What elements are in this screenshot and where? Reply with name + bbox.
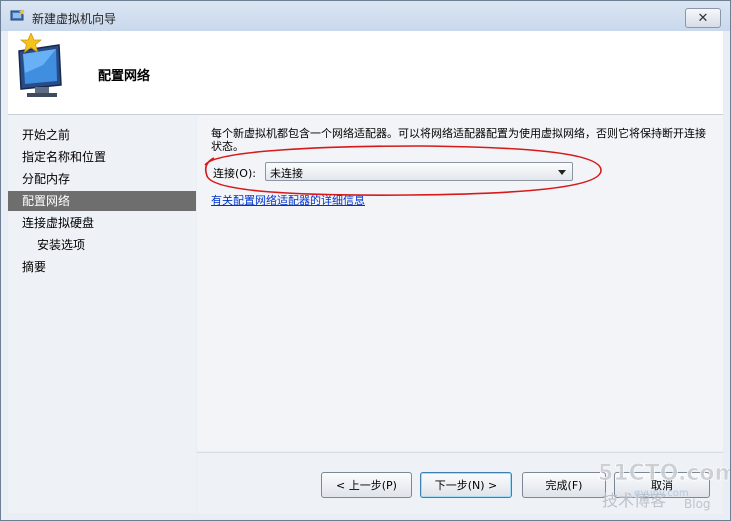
more-info-link[interactable]: 有关配置网络适配器的详细信息 <box>211 192 365 208</box>
previous-button-label: < 上一步(P) <box>336 479 397 492</box>
sidebar-item-install-options[interactable]: 安装选项 <box>8 235 225 255</box>
connection-value: 未连接 <box>270 167 303 180</box>
watermark-brand: 51CTO.com <box>598 461 730 486</box>
title-bar: 新建虚拟机向导 ✕ <box>1 1 730 31</box>
wizard-header: 配置网络 <box>8 31 723 115</box>
watermark-blog: Blog <box>684 497 711 511</box>
previous-button[interactable]: < 上一步(P) <box>321 472 412 498</box>
finish-button-label: 完成(F) <box>545 479 583 492</box>
sidebar-item-label: 开始之前 <box>22 128 71 142</box>
page-title: 配置网络 <box>98 69 151 84</box>
sidebar-item-name-location[interactable]: 指定名称和位置 <box>8 147 210 167</box>
main-content: 每个新虚拟机都包含一个网络适配器。可以将网络适配器配置为使用虚拟网络，否则它将保… <box>197 115 723 451</box>
sidebar-item-virtual-disk[interactable]: 连接虚拟硬盘 <box>8 213 210 233</box>
sidebar-item-label: 配置网络 <box>22 194 71 208</box>
next-button-label: 下一步(N) > <box>434 479 498 492</box>
next-button[interactable]: 下一步(N) > <box>420 472 512 498</box>
watermark-logo: 51CTO.com 技术博客 Blog gyunv.com <box>598 461 730 511</box>
sidebar-item-label: 分配内存 <box>22 172 71 186</box>
wizard-steps: 开始之前 指定名称和位置 分配内存 配置网络 连接虚拟硬盘 安装选项 摘要 <box>8 115 196 513</box>
sidebar-item-label: 摘要 <box>22 260 47 274</box>
sidebar-item-label: 安装选项 <box>37 238 86 252</box>
sidebar-item-network[interactable]: 配置网络 <box>8 191 196 211</box>
wizard-icon <box>10 9 25 21</box>
connection-label: 连接(O): <box>213 167 256 180</box>
sidebar-item-label: 连接虚拟硬盘 <box>22 216 95 230</box>
sidebar-item-before-you-begin[interactable]: 开始之前 <box>8 125 210 145</box>
watermark-small: gyunv.com <box>634 488 689 499</box>
sidebar-item-memory[interactable]: 分配内存 <box>8 169 210 189</box>
wizard-window: 新建虚拟机向导 ✕ 配置网络 开始之前 指定名称和位置 分配内存 配置网络 连接… <box>0 0 731 521</box>
new-vm-monitor-icon <box>18 33 62 97</box>
close-button[interactable]: ✕ <box>685 8 721 28</box>
window-title: 新建虚拟机向导 <box>32 12 117 26</box>
description-text: 每个新虚拟机都包含一个网络适配器。可以将网络适配器配置为使用虚拟网络，否则它将保… <box>211 127 706 153</box>
chevron-down-icon <box>558 170 566 175</box>
connection-select[interactable]: 未连接 <box>265 162 573 181</box>
close-icon: ✕ <box>697 10 709 26</box>
sidebar-item-summary[interactable]: 摘要 <box>8 257 210 277</box>
sidebar-item-label: 指定名称和位置 <box>22 150 107 164</box>
